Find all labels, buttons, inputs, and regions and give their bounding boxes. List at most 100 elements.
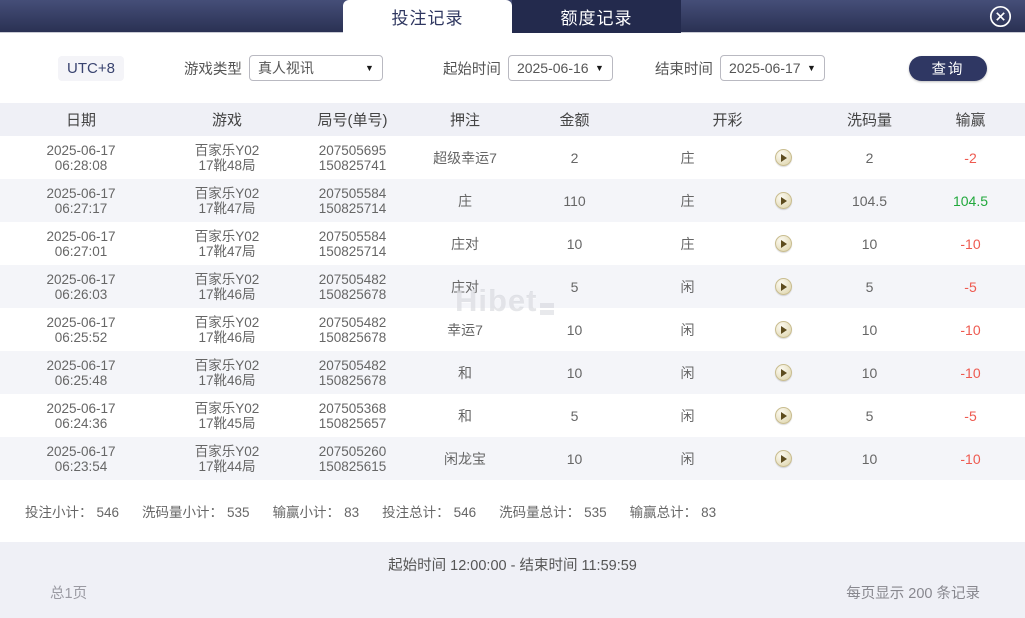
game-type-value: 真人视讯 [257, 60, 314, 76]
col-header-date: 日期 [0, 103, 162, 136]
cell-rolling: 5 [865, 407, 874, 424]
title-bar: 投注记录 额度记录 [0, 0, 1025, 33]
cell-result: 闲 [680, 321, 695, 338]
timezone-badge: UTC+8 [58, 55, 124, 81]
cell-amount: 5 [570, 278, 579, 295]
cell-replay [743, 437, 823, 480]
cell-round: 207505695 150825741 [318, 142, 387, 173]
summary-bar: 投注小计： 546 洗码量小计： 535 输赢小计： 83 投注总计： 546 洗码量总… [0, 480, 1025, 542]
cell-amount: 110 [563, 192, 586, 209]
cell-replay [743, 308, 823, 351]
cell-date: 2025-06-17 06:27:17 [46, 185, 116, 216]
cell-game: 百家乐Y02 17靴47局 [194, 185, 260, 216]
cell-winloss: -5 [916, 265, 1025, 308]
cell-game: 百家乐Y02 17靴48局 [194, 142, 260, 173]
tab-betting-records[interactable]: 投注记录 [343, 0, 512, 33]
cell-winloss: -10 [916, 437, 1025, 480]
winloss-value: -10 [960, 321, 981, 338]
cell-game: 百家乐Y02 17靴46局 [194, 314, 260, 345]
cell-bet: 庄对 [451, 235, 479, 252]
cell-game: 百家乐Y02 17靴46局 [194, 271, 260, 302]
cell-game: 百家乐Y02 17靴47局 [194, 228, 260, 259]
cell-rolling: 10 [861, 450, 878, 467]
cell-result: 闲 [680, 450, 695, 467]
filter-bar: UTC+8 游戏类型 真人视讯 ▼ 起始时间 2025-06-16 ▼ 结束时间… [0, 33, 1025, 103]
cell-amount: 5 [570, 407, 579, 424]
total-pages-label: 总1页 [50, 586, 88, 602]
play-replay-icon[interactable] [774, 235, 792, 253]
play-replay-icon[interactable] [774, 364, 792, 382]
summary-item: 洗码量总计： 535 [499, 505, 607, 520]
table-row: 2025-06-17 06:25:48 百家乐Y02 17靴46局 207505… [0, 351, 1025, 394]
cell-replay [743, 222, 823, 265]
close-icon[interactable] [989, 5, 1012, 28]
cell-date: 2025-06-17 06:28:08 [46, 142, 116, 173]
start-date-value: 2025-06-16 [516, 60, 589, 76]
table-row: 2025-06-17 06:28:08 百家乐Y02 17靴48局 207505… [0, 136, 1025, 179]
play-replay-icon[interactable] [774, 278, 792, 296]
cell-round: 207505584 150825714 [318, 228, 387, 259]
cell-amount: 2 [570, 149, 579, 166]
per-page-label: 每页显示 200 条记录 [846, 586, 980, 602]
summary-item: 投注总计： 546 [382, 505, 477, 520]
col-header-bet: 押注 [413, 103, 517, 136]
cell-replay [743, 394, 823, 437]
cell-result: 闲 [680, 278, 695, 295]
play-replay-icon[interactable] [774, 450, 792, 468]
col-header-rolling: 洗码量 [823, 103, 917, 136]
cell-round: 207505482 150825678 [318, 314, 387, 345]
cell-bet: 超级幸运7 [433, 149, 497, 166]
table-body: 2025-06-17 06:28:08 百家乐Y02 17靴48局 207505… [0, 136, 1025, 480]
cell-rolling: 2 [865, 149, 874, 166]
winloss-value: -5 [964, 278, 977, 295]
cell-amount: 10 [566, 450, 583, 467]
play-replay-icon[interactable] [774, 321, 792, 339]
tab-quota-records[interactable]: 额度记录 [512, 0, 681, 33]
cell-replay [743, 136, 823, 179]
end-date-select[interactable]: 2025-06-17 ▼ [719, 55, 825, 81]
end-date-value: 2025-06-17 [728, 60, 801, 76]
tab-bar: 投注记录 额度记录 [343, 0, 681, 33]
cell-game: 百家乐Y02 17靴46局 [194, 357, 260, 388]
winloss-value: -10 [960, 364, 981, 381]
cell-date: 2025-06-17 06:24:36 [46, 400, 116, 431]
time-range-note: 起始时间 12:00:00 - 结束时间 11:59:59 [388, 558, 637, 574]
summary-item: 投注小计： 546 [25, 505, 120, 520]
table-row: 2025-06-17 06:27:01 百家乐Y02 17靴47局 207505… [0, 222, 1025, 265]
table-row: 2025-06-17 06:24:36 百家乐Y02 17靴45局 207505… [0, 394, 1025, 437]
cell-date: 2025-06-17 06:27:01 [46, 228, 116, 259]
play-replay-icon[interactable] [774, 149, 792, 167]
col-header-amount: 金额 [517, 103, 632, 136]
cell-rolling: 5 [865, 278, 874, 295]
cell-winloss: -10 [916, 308, 1025, 351]
cell-amount: 10 [566, 235, 583, 252]
cell-replay [743, 265, 823, 308]
cell-result: 闲 [680, 407, 695, 424]
cell-amount: 10 [566, 321, 583, 338]
cell-bet: 闲龙宝 [444, 450, 486, 467]
cell-winloss: -5 [916, 394, 1025, 437]
cell-round: 207505482 150825678 [318, 357, 387, 388]
cell-rolling: 104.5 [851, 192, 888, 209]
table-row: 2025-06-17 06:27:17 百家乐Y02 17靴47局 207505… [0, 179, 1025, 222]
game-type-select[interactable]: 真人视讯 ▼ [248, 55, 383, 81]
query-button[interactable]: 查询 [908, 55, 987, 81]
cell-round: 207505368 150825657 [318, 400, 387, 431]
betting-records-window: 投注记录 额度记录 UTC+8 游戏类型 真人视讯 ▼ 起始时间 2025-06… [0, 0, 1025, 618]
play-replay-icon[interactable] [774, 192, 792, 210]
table-row: 2025-06-17 06:25:52 百家乐Y02 17靴46局 207505… [0, 308, 1025, 351]
cell-bet: 和 [458, 407, 472, 424]
play-replay-icon[interactable] [774, 407, 792, 425]
cell-winloss: -10 [916, 222, 1025, 265]
chevron-down-icon: ▼ [595, 63, 604, 73]
cell-rolling: 10 [861, 321, 878, 338]
winloss-value: -2 [964, 149, 977, 166]
winloss-value: -10 [960, 235, 981, 252]
cell-result: 庄 [680, 192, 695, 209]
summary-item: 输赢小计： 83 [272, 505, 360, 520]
cell-rolling: 10 [861, 364, 878, 381]
cell-result: 庄 [680, 149, 695, 166]
start-date-select[interactable]: 2025-06-16 ▼ [507, 55, 613, 81]
col-header-result: 开彩 [632, 103, 824, 136]
cell-game: 百家乐Y02 17靴45局 [194, 400, 260, 431]
